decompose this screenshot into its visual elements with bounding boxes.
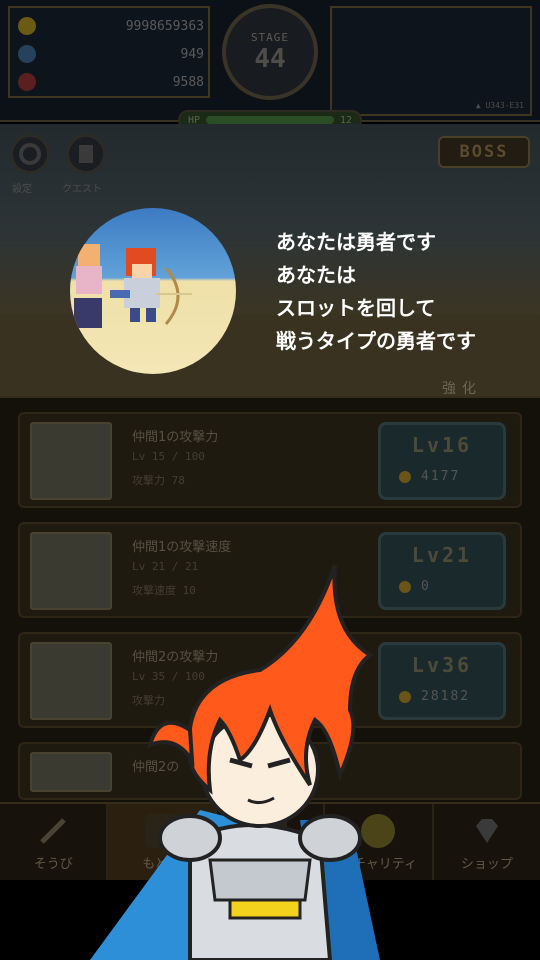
- upgrade-row: 仲間1の攻撃力 Lv 15 / 100 攻撃力 78 Lv16 4177: [18, 412, 522, 508]
- resource-row-gold: 9998659363: [18, 14, 204, 38]
- next-level-label: Lv16: [411, 433, 473, 457]
- level-up-button[interactable]: Lv16 4177: [378, 422, 506, 500]
- settings-label: 設定: [12, 184, 32, 195]
- blue-gem-icon: [18, 45, 36, 63]
- upgrade-title: 仲間1の攻撃速度: [132, 540, 232, 555]
- cost-value: 4177: [421, 469, 461, 484]
- enemy-panel: ▲ U343-E31: [330, 6, 532, 116]
- version-text: ▲ U343-E31: [475, 101, 524, 110]
- tutorial-spotlight: [70, 208, 236, 374]
- top-hud: 9998659363 949 9588 STAGE 44 ▲ U343-E31: [0, 0, 540, 122]
- stone-value: 9588: [172, 74, 204, 90]
- red-stone-icon: [18, 73, 36, 91]
- gem-value: 949: [180, 46, 204, 62]
- cost-value: 28182: [421, 689, 471, 704]
- resource-panel: 9998659363 949 9588: [8, 6, 210, 98]
- nav-label: ショップ: [460, 857, 513, 872]
- tutorial-message: あなたは勇者です あなたは スロットを回して 戦うタイプの勇者です: [276, 226, 536, 358]
- stage-label: STAGE: [250, 30, 290, 44]
- stage-indicator: STAGE 44: [222, 4, 318, 100]
- sword-icon: [40, 818, 66, 844]
- tutorial-line: あなたは勇者です: [276, 230, 436, 254]
- upgrade-cost: 4177: [399, 469, 493, 484]
- quest-label: クエスト: [62, 184, 102, 195]
- tutorial-line: 戦うタイプの勇者です: [276, 329, 476, 353]
- tutorial-line: あなたは: [276, 263, 356, 287]
- stage-number: 44: [254, 43, 286, 74]
- settings-button[interactable]: [10, 134, 50, 174]
- gold-coin-icon: [399, 470, 411, 483]
- upgrade-stat: 攻撃力 78: [132, 474, 185, 487]
- quest-button[interactable]: [66, 134, 106, 174]
- quest-icon: [79, 145, 93, 163]
- ally-portrait: [30, 422, 112, 500]
- tab-enhance[interactable]: 強化: [442, 378, 482, 398]
- gold-coin-icon: [18, 17, 36, 35]
- boss-button[interactable]: BOSS: [438, 136, 530, 168]
- tutorial-hero-character: [90, 564, 380, 960]
- settings-icon: [19, 143, 41, 165]
- upgrade-level-range: Lv 15 / 100: [132, 450, 205, 463]
- diamond-icon: [475, 819, 498, 843]
- resource-row-stone: 9588: [18, 70, 204, 94]
- resource-row-gem: 949: [18, 42, 204, 66]
- gold-value: 9998659363: [125, 18, 204, 34]
- cost-value: 0: [421, 579, 431, 594]
- hero-sprite-scene: [74, 244, 192, 328]
- upgrade-title: 仲間1の攻撃力: [132, 430, 219, 445]
- hp-fill: [206, 116, 334, 124]
- tutorial-line: スロットを回して: [276, 296, 436, 320]
- nav-shop[interactable]: ショップ: [434, 804, 540, 880]
